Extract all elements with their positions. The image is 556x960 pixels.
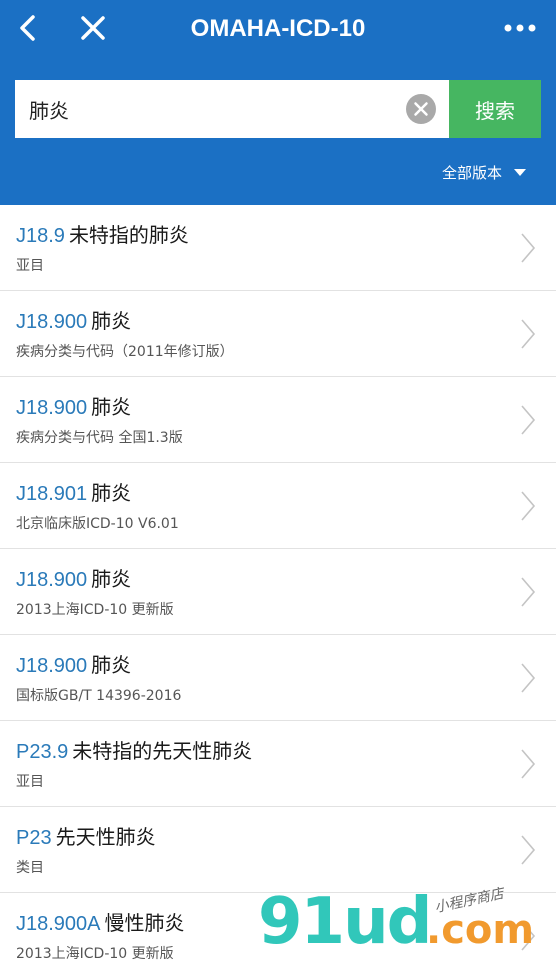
result-name: 肺炎: [91, 395, 132, 419]
version-filter-dropdown[interactable]: 全部版本: [442, 158, 526, 186]
result-title: J18.900 肺炎: [16, 305, 131, 334]
result-code: J18.900: [16, 311, 88, 333]
result-code: J18.901: [16, 483, 88, 505]
result-title: J18.900 肺炎: [16, 563, 131, 592]
result-name: 肺炎: [91, 567, 132, 591]
search-button[interactable]: 搜索: [449, 80, 541, 138]
result-item[interactable]: J18.9 未特指的肺炎 亚目: [0, 205, 556, 291]
close-icon[interactable]: [78, 10, 108, 46]
chevron-right-icon: [521, 405, 536, 435]
page-title: OMAHA-ICD-10: [190, 15, 366, 42]
result-source: 北京临床版ICD-10 V6.01: [16, 516, 179, 532]
result-code: P23: [16, 827, 52, 849]
result-code: P23.9: [16, 741, 69, 763]
result-item[interactable]: J18.900 肺炎 疾病分类与代码（2011年修订版）: [0, 291, 556, 377]
result-name: 肺炎: [91, 481, 132, 505]
back-icon[interactable]: [14, 10, 44, 46]
result-title: P23 先天性肺炎: [16, 821, 156, 850]
watermark-main-text: 91ud: [258, 885, 432, 959]
result-source: 2013上海ICD-10 更新版: [16, 946, 174, 960]
chevron-right-icon: [521, 577, 536, 607]
result-name: 未特指的先天性肺炎: [72, 739, 253, 763]
result-title: J18.901 肺炎: [16, 477, 131, 506]
watermark-logo: 91ud .com 小程序商店: [258, 885, 548, 959]
result-item[interactable]: J18.900 肺炎 国标版GB/T 14396-2016: [0, 635, 556, 721]
more-icon[interactable]: [502, 10, 538, 46]
result-source: 疾病分类与代码 全国1.3版: [16, 430, 183, 446]
result-source: 类目: [16, 860, 44, 876]
result-source: 亚目: [16, 258, 44, 274]
result-name: 慢性肺炎: [104, 911, 185, 935]
result-item[interactable]: P23 先天性肺炎 类目: [0, 807, 556, 893]
result-name: 肺炎: [91, 653, 132, 677]
result-title: J18.900A 慢性肺炎: [16, 907, 185, 936]
result-title: J18.900 肺炎: [16, 391, 131, 420]
result-source: 2013上海ICD-10 更新版: [16, 602, 174, 618]
result-name: 肺炎: [91, 309, 132, 333]
result-source: 国标版GB/T 14396-2016: [16, 688, 182, 704]
chevron-right-icon: [521, 319, 536, 349]
caret-down-icon: [514, 168, 526, 176]
result-code: J18.900: [16, 397, 88, 419]
result-name: 先天性肺炎: [55, 825, 156, 849]
chevron-right-icon: [521, 663, 536, 693]
result-title: J18.900 肺炎: [16, 649, 131, 678]
result-title: J18.9 未特指的肺炎: [16, 219, 189, 248]
result-title: P23.9 未特指的先天性肺炎: [16, 735, 252, 764]
result-code: J18.900: [16, 569, 88, 591]
chevron-right-icon: [521, 835, 536, 865]
clear-icon[interactable]: [406, 94, 436, 124]
result-item[interactable]: J18.900 肺炎 疾病分类与代码 全国1.3版: [0, 377, 556, 463]
header-bar: OMAHA-ICD-10 搜索 全部版本: [0, 0, 556, 205]
result-source: 疾病分类与代码（2011年修订版）: [16, 344, 234, 360]
version-filter-label: 全部版本: [441, 163, 502, 182]
chevron-right-icon: [521, 233, 536, 263]
result-item[interactable]: P23.9 未特指的先天性肺炎 亚目: [0, 721, 556, 807]
result-item[interactable]: J18.900 肺炎 2013上海ICD-10 更新版: [0, 549, 556, 635]
chevron-right-icon: [521, 749, 536, 779]
search-box: [15, 80, 449, 138]
chevron-right-icon: [521, 491, 536, 521]
result-code: J18.900A: [16, 913, 101, 935]
result-item[interactable]: J18.901 肺炎 北京临床版ICD-10 V6.01: [0, 463, 556, 549]
result-code: J18.9: [16, 225, 65, 247]
result-source: 亚目: [16, 774, 44, 790]
result-code: J18.900: [16, 655, 88, 677]
search-input[interactable]: [15, 80, 395, 138]
watermark-domain-text: .com: [426, 907, 535, 953]
result-name: 未特指的肺炎: [68, 223, 189, 247]
